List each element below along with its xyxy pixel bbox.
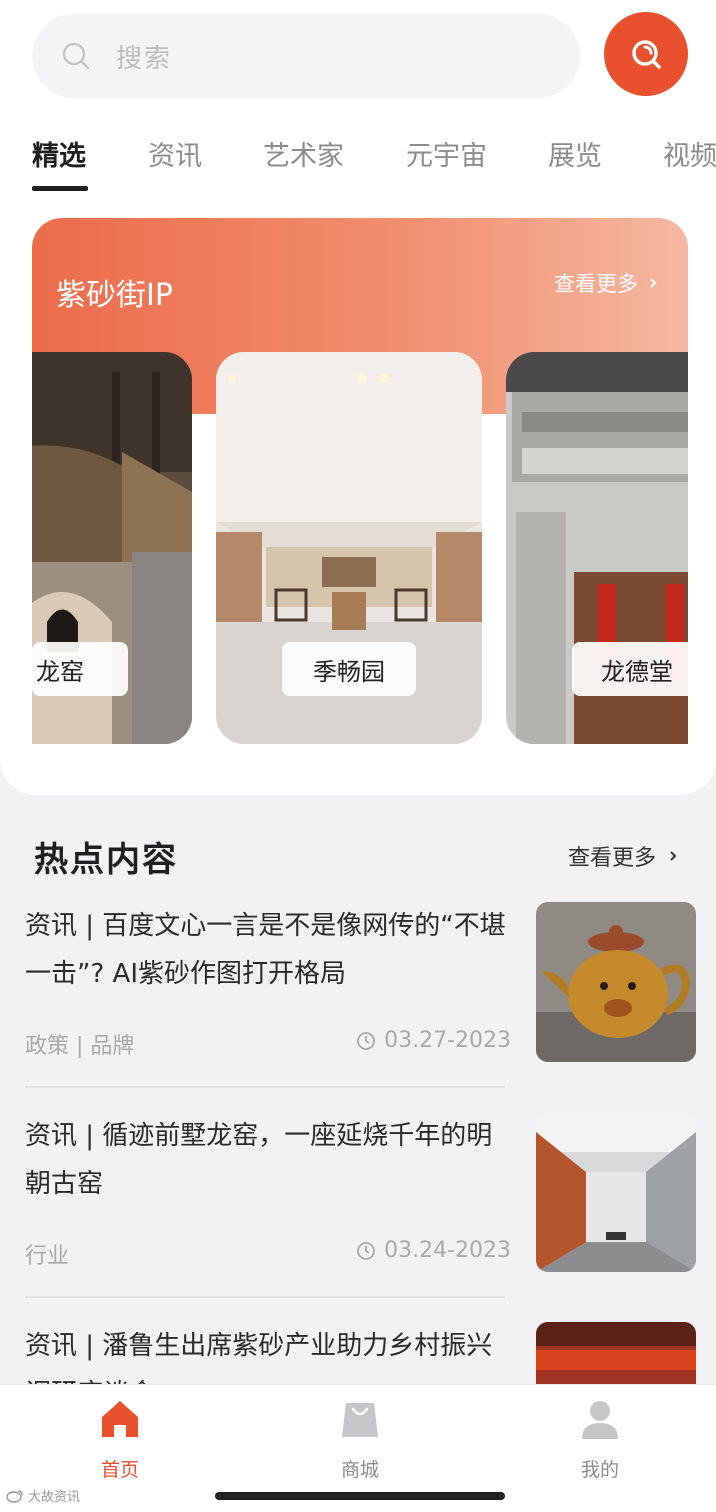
watermark-text: 大故资讯	[28, 1490, 81, 1505]
venue-label-longyao: 龙窑	[32, 642, 128, 696]
article-thumbnail	[536, 1322, 696, 1384]
venue-carousel[interactable]: 龙窑 季畅园 龙德堂	[32, 352, 688, 746]
clock-icon	[357, 1031, 375, 1050]
nav-mall-label: 商城	[340, 1459, 379, 1481]
category-tabs: 精选 资讯 艺术家 元宇宙 展览 视频	[0, 124, 716, 194]
article-date: 03.27-2023	[356, 1028, 511, 1053]
teapot-thumbnail	[536, 902, 696, 1062]
tab-featured[interactable]: 精选	[32, 134, 86, 173]
article-tags: 行业	[25, 1244, 70, 1269]
article-thumbnail	[536, 902, 696, 1062]
scan-search-icon	[632, 40, 661, 69]
article-date-text: 03.27-2023	[384, 1028, 511, 1053]
nav-profile-label: 我的	[580, 1459, 619, 1481]
chevron-right-icon	[650, 278, 657, 288]
ip-more-link[interactable]: 查看更多	[554, 268, 660, 298]
nav-profile[interactable]: 我的	[540, 1397, 660, 1482]
home-icon	[102, 1401, 138, 1437]
article-title: 资讯 | 百度文心一言是不是像网传的“不堪一击”? AI紫砂作图打开格局	[25, 911, 506, 989]
gallery-thumbnail	[536, 1112, 696, 1272]
tab-artists[interactable]: 艺术家	[263, 134, 344, 173]
venue-card-longyao[interactable]: 龙窑	[32, 352, 192, 744]
tab-news[interactable]: 资讯	[148, 134, 202, 173]
tab-video[interactable]: 视频	[663, 134, 716, 173]
article-thumbnail	[536, 1112, 696, 1272]
hot-more-label: 查看更多	[568, 846, 657, 871]
search-icon	[62, 42, 90, 70]
article-item[interactable]: 资讯 | 百度文心一言是不是像网传的“不堪一击”? AI紫砂作图打开格局 政策 …	[25, 902, 697, 1062]
home-indicator	[215, 1492, 505, 1500]
user-icon	[582, 1401, 618, 1439]
ip-more-label: 查看更多	[554, 272, 638, 296]
tab-exhibition[interactable]: 展览	[548, 134, 602, 173]
nav-mall[interactable]: 商城	[300, 1397, 420, 1482]
banner-thumbnail	[536, 1322, 696, 1384]
chevron-right-icon	[670, 851, 677, 861]
tab-metaverse[interactable]: 元宇宙	[406, 134, 487, 173]
article-item[interactable]: 资讯 | 循迹前墅龙窑，一座延烧千年的明朝古窑 行业 03.24-2023	[25, 1112, 697, 1272]
ip-section-title: 紫砂街IP	[56, 278, 173, 313]
nav-home-label: 首页	[100, 1459, 139, 1481]
list-divider	[25, 1296, 505, 1298]
watermark: 大故资讯	[6, 1486, 80, 1505]
article-title: 资讯 | 潘鲁生出席紫砂产业助力乡村振兴调研座谈会	[25, 1331, 493, 1384]
article-item[interactable]: 资讯 | 潘鲁生出席紫砂产业助力乡村振兴调研座谈会	[25, 1322, 697, 1384]
article-date: 03.24-2023	[356, 1238, 511, 1263]
hot-more-link[interactable]: 查看更多	[568, 840, 680, 872]
weibo-icon	[6, 1489, 23, 1503]
search-input[interactable]: 搜索	[32, 14, 580, 98]
article-tags: 政策 | 品牌	[25, 1034, 135, 1059]
venue-label-longdetang: 龙德堂	[572, 642, 688, 696]
active-tab-indicator	[32, 186, 88, 191]
article-title: 资讯 | 循迹前墅龙窑，一座延烧千年的明朝古窑	[25, 1121, 493, 1199]
nav-home[interactable]: 首页	[60, 1397, 180, 1482]
top-panel: 搜索 精选 资讯 艺术家 元宇宙 展览 视频 紫砂街IP 查看更多 龙窑 季畅园…	[0, 0, 716, 795]
article-date-text: 03.24-2023	[384, 1238, 511, 1263]
venue-card-jichangyuan[interactable]: 季畅园	[216, 352, 482, 744]
venue-card-longdetang[interactable]: 龙德堂	[506, 352, 688, 744]
venue-label-jichangyuan: 季畅园	[282, 642, 416, 696]
search-button[interactable]	[604, 12, 688, 96]
hot-section-title: 热点内容	[34, 840, 178, 880]
search-placeholder: 搜索	[116, 43, 173, 74]
list-divider	[25, 1086, 505, 1088]
shopping-bag-icon	[342, 1403, 378, 1437]
clock-icon	[357, 1241, 375, 1260]
